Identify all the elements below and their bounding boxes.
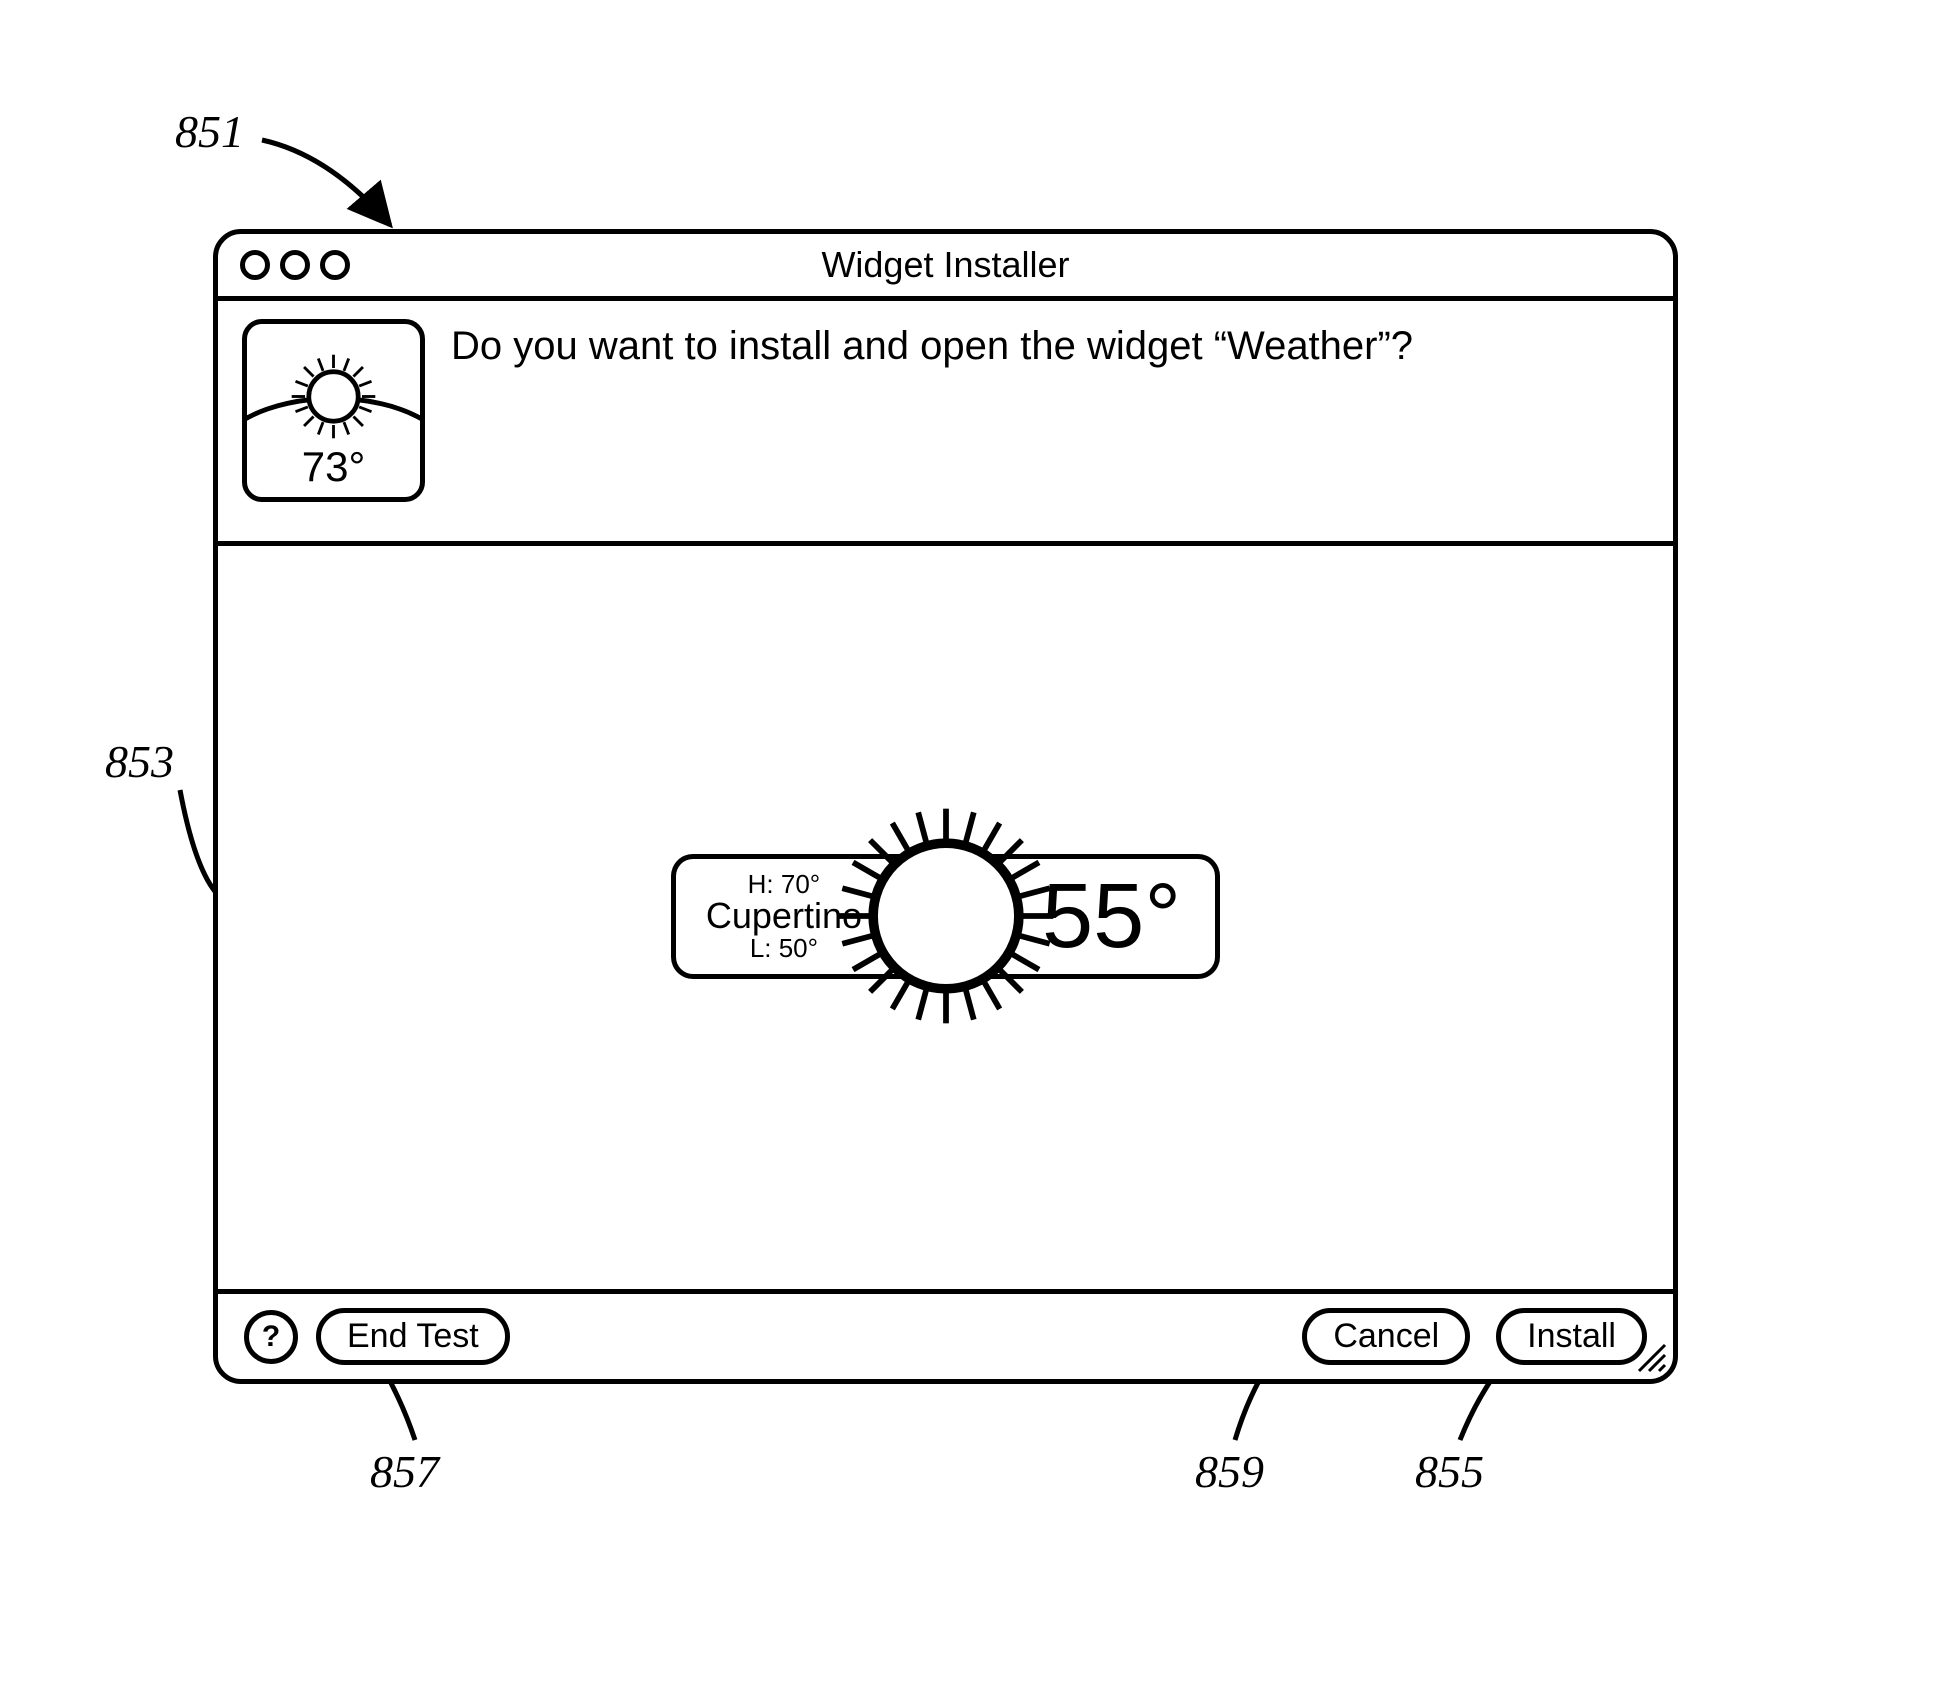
window-title: Widget Installer (218, 244, 1673, 286)
ref-label-853: 853 (105, 735, 174, 788)
minimize-icon[interactable] (280, 250, 310, 280)
thumb-temperature: 73° (302, 443, 366, 491)
window-controls (240, 250, 350, 280)
install-button[interactable]: Install (1496, 1308, 1647, 1365)
widget-thumbnail: 73° (242, 319, 425, 502)
titlebar[interactable]: Widget Installer (218, 234, 1673, 301)
preview-pane: H: 70° Cupertino L: 50° 55° (218, 546, 1673, 1286)
ref-label-855: 855 (1415, 1445, 1484, 1498)
ref-label-851: 851 (175, 105, 244, 158)
sun-icon (831, 801, 1061, 1031)
sun-icon (286, 349, 381, 444)
resize-grip-icon[interactable] (1633, 1339, 1667, 1373)
help-button[interactable]: ? (244, 1310, 298, 1364)
ref-label-857: 857 (370, 1445, 439, 1498)
ref-label-859: 859 (1195, 1445, 1264, 1498)
footer-bar: ? End Test Cancel Install (218, 1289, 1673, 1379)
installer-window: Widget Installer (213, 229, 1678, 1384)
end-test-button[interactable]: End Test (316, 1308, 510, 1365)
help-icon: ? (262, 1320, 280, 1354)
weather-low: L: 50° (750, 935, 818, 961)
weather-current-temp: 55° (1042, 870, 1181, 962)
cancel-button[interactable]: Cancel (1302, 1308, 1470, 1365)
prompt-area: 73° Do you want to install and open the … (218, 301, 1673, 546)
figure-canvas: 851 853 857 859 855 Widget Installer (0, 0, 1940, 1703)
weather-high: H: 70° (748, 871, 821, 897)
weather-widget-preview: H: 70° Cupertino L: 50° 55° (671, 854, 1220, 979)
close-icon[interactable] (240, 250, 270, 280)
prompt-text: Do you want to install and open the widg… (451, 323, 1413, 369)
zoom-icon[interactable] (320, 250, 350, 280)
